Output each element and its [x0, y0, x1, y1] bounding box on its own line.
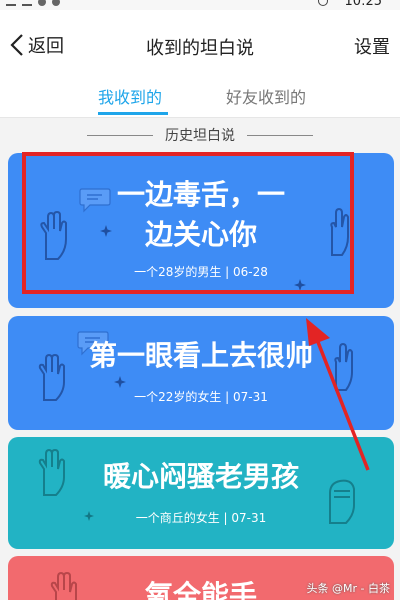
page-title: 收到的坦白说 [146, 38, 254, 59]
divider [247, 134, 313, 136]
status-bar: 10:25 [0, 0, 400, 10]
sparkle-icon [294, 279, 306, 291]
section-title: 历史坦白说 [165, 128, 235, 144]
settings-button[interactable]: 设置 [354, 33, 390, 59]
card-headline: 一边毒舌，一 边关心你 [8, 175, 394, 255]
confession-card[interactable]: 第一眼看上去很帅 一个22岁的女生 | 07-31 [8, 316, 394, 430]
confession-card[interactable]: 暖心闷骚老男孩 一个商丘的女生 | 07-31 [8, 437, 394, 549]
card-headline: 第一眼看上去很帅 [88, 339, 313, 372]
watermark: 头条 @Mr - 白茶 [306, 582, 390, 595]
status-time: 10:25 [344, 0, 382, 9]
status-icons [6, 0, 60, 8]
card-meta: 一个28岁的男生 | 06-28 [134, 265, 268, 279]
signal-icon [6, 0, 16, 6]
card-headline-line: 一边毒舌，一 [116, 178, 285, 211]
card-headline-line: 边关心你 [144, 218, 257, 251]
app-icon [38, 0, 46, 6]
sparkle-icon [114, 376, 126, 388]
alarm-icon [318, 0, 328, 6]
card-headline: 暖心闷骚老男孩 [102, 460, 299, 493]
signal-icon [22, 0, 32, 6]
app-icon [52, 0, 60, 6]
tab-received-by-me[interactable]: 我收到的 [98, 84, 162, 108]
nav-bar: 返回 收到的坦白说 设置 [0, 10, 400, 78]
active-tab-indicator [98, 112, 168, 115]
divider [87, 134, 153, 136]
section-header: 历史坦白说 [0, 124, 400, 146]
card-meta: 一个商丘的女生 | 07-31 [135, 511, 267, 525]
card-meta: 一个22岁的女生 | 07-31 [134, 390, 268, 404]
tab-bar: 我收到的 好友收到的 [0, 78, 400, 118]
tab-received-by-friends[interactable]: 好友收到的 [226, 84, 306, 108]
confession-card[interactable]: 一边毒舌，一 边关心你 一个28岁的男生 | 06-28 [8, 153, 394, 308]
